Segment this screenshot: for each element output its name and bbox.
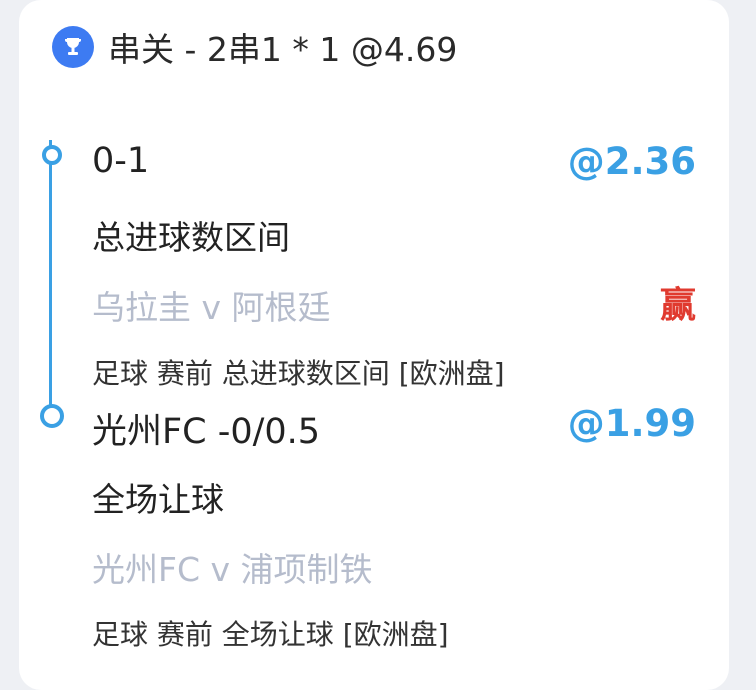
leg-1-result-badge: 赢 xyxy=(659,284,696,326)
leg-1-timeline-dot xyxy=(42,145,62,165)
parlay-header: 串关 - 2串1 * 1 @4.69 xyxy=(52,24,457,70)
leg-2-selection: 光州FC -0/0.5 xyxy=(92,412,321,452)
leg-1-match: 乌拉圭 v 阿根廷 xyxy=(92,288,331,327)
timeline-line xyxy=(49,140,52,415)
leg-2-meta: 足球 赛前 全场让球 [欧洲盘] xyxy=(92,618,449,651)
leg-2-odds: @1.99 xyxy=(567,402,696,445)
leg-1-selection: 0-1 xyxy=(92,141,150,181)
leg-2-match: 光州FC v 浦项制铁 xyxy=(92,550,373,589)
leg-1-meta: 足球 赛前 总进球数区间 [欧洲盘] xyxy=(92,357,505,390)
leg-2-timeline-dot xyxy=(40,404,64,428)
trophy-icon xyxy=(52,26,94,68)
leg-2-market: 全场让球 xyxy=(92,480,224,519)
leg-1-odds: @2.36 xyxy=(567,140,696,183)
leg-1-market: 总进球数区间 xyxy=(92,218,290,257)
parlay-title: 串关 - 2串1 * 1 @4.69 xyxy=(108,30,458,69)
